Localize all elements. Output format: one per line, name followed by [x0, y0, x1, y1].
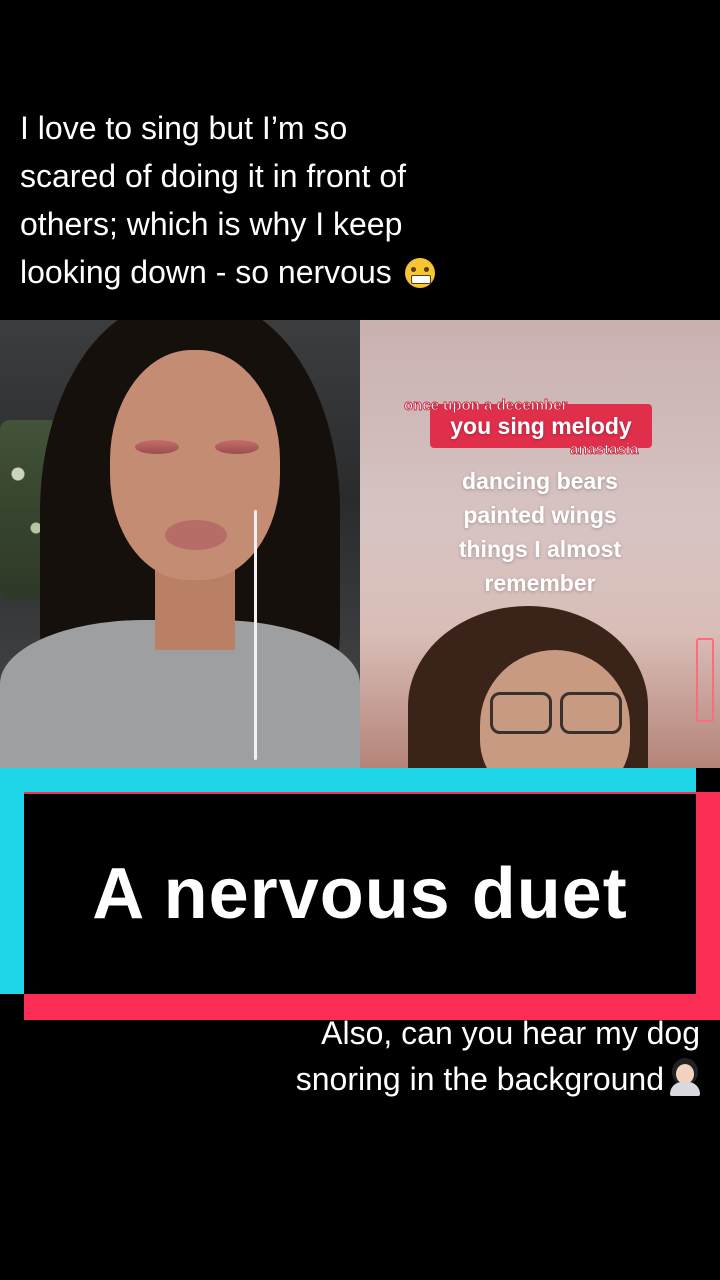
top-caption: I love to sing but I’m so scared of doin…: [20, 104, 580, 296]
top-caption-line: scared of doing it in front of: [20, 158, 406, 194]
neon-lamp: [696, 638, 714, 722]
lyric-pill-text: you sing melody: [450, 413, 632, 439]
lyric-line: things I almost: [458, 536, 622, 562]
title-banner: A nervous duet: [0, 768, 720, 1020]
lyric-small-top: once upon a december: [404, 397, 568, 415]
bottom-caption-line: Also, can you hear my dog: [321, 1015, 700, 1051]
singer-eye: [135, 440, 179, 454]
top-caption-line: I love to sing but I’m so: [20, 110, 348, 146]
top-caption-line-text: looking down - so nervous: [20, 254, 392, 290]
bottom-caption: Also, can you hear my dog snoring in the…: [180, 1010, 700, 1102]
bottom-caption-line-text: snoring in the background: [295, 1061, 664, 1097]
lyric-line: painted wings: [463, 502, 617, 528]
duet-video[interactable]: once upon a december you sing melody ana…: [0, 320, 720, 768]
lyric-small-bottom: anastasia: [570, 441, 639, 459]
left-video-panel[interactable]: [0, 320, 360, 768]
lyric-line: remember: [484, 570, 596, 596]
singer-eye: [215, 440, 259, 454]
banner-title: A nervous duet: [92, 854, 628, 934]
top-caption-line: looking down - so nervous: [20, 248, 580, 296]
right-video-panel[interactable]: once upon a december you sing melody ana…: [360, 320, 720, 768]
top-caption-line: others; which is why I keep: [20, 206, 403, 242]
glasses: [490, 692, 622, 734]
person-facepalming-icon: [670, 1062, 700, 1096]
grimacing-face-icon: [404, 258, 435, 288]
lyric-line: dancing bears: [462, 468, 618, 494]
earphone-cable: [254, 510, 257, 760]
bottom-caption-line: snoring in the background: [180, 1056, 700, 1102]
singer-lips: [165, 520, 227, 550]
